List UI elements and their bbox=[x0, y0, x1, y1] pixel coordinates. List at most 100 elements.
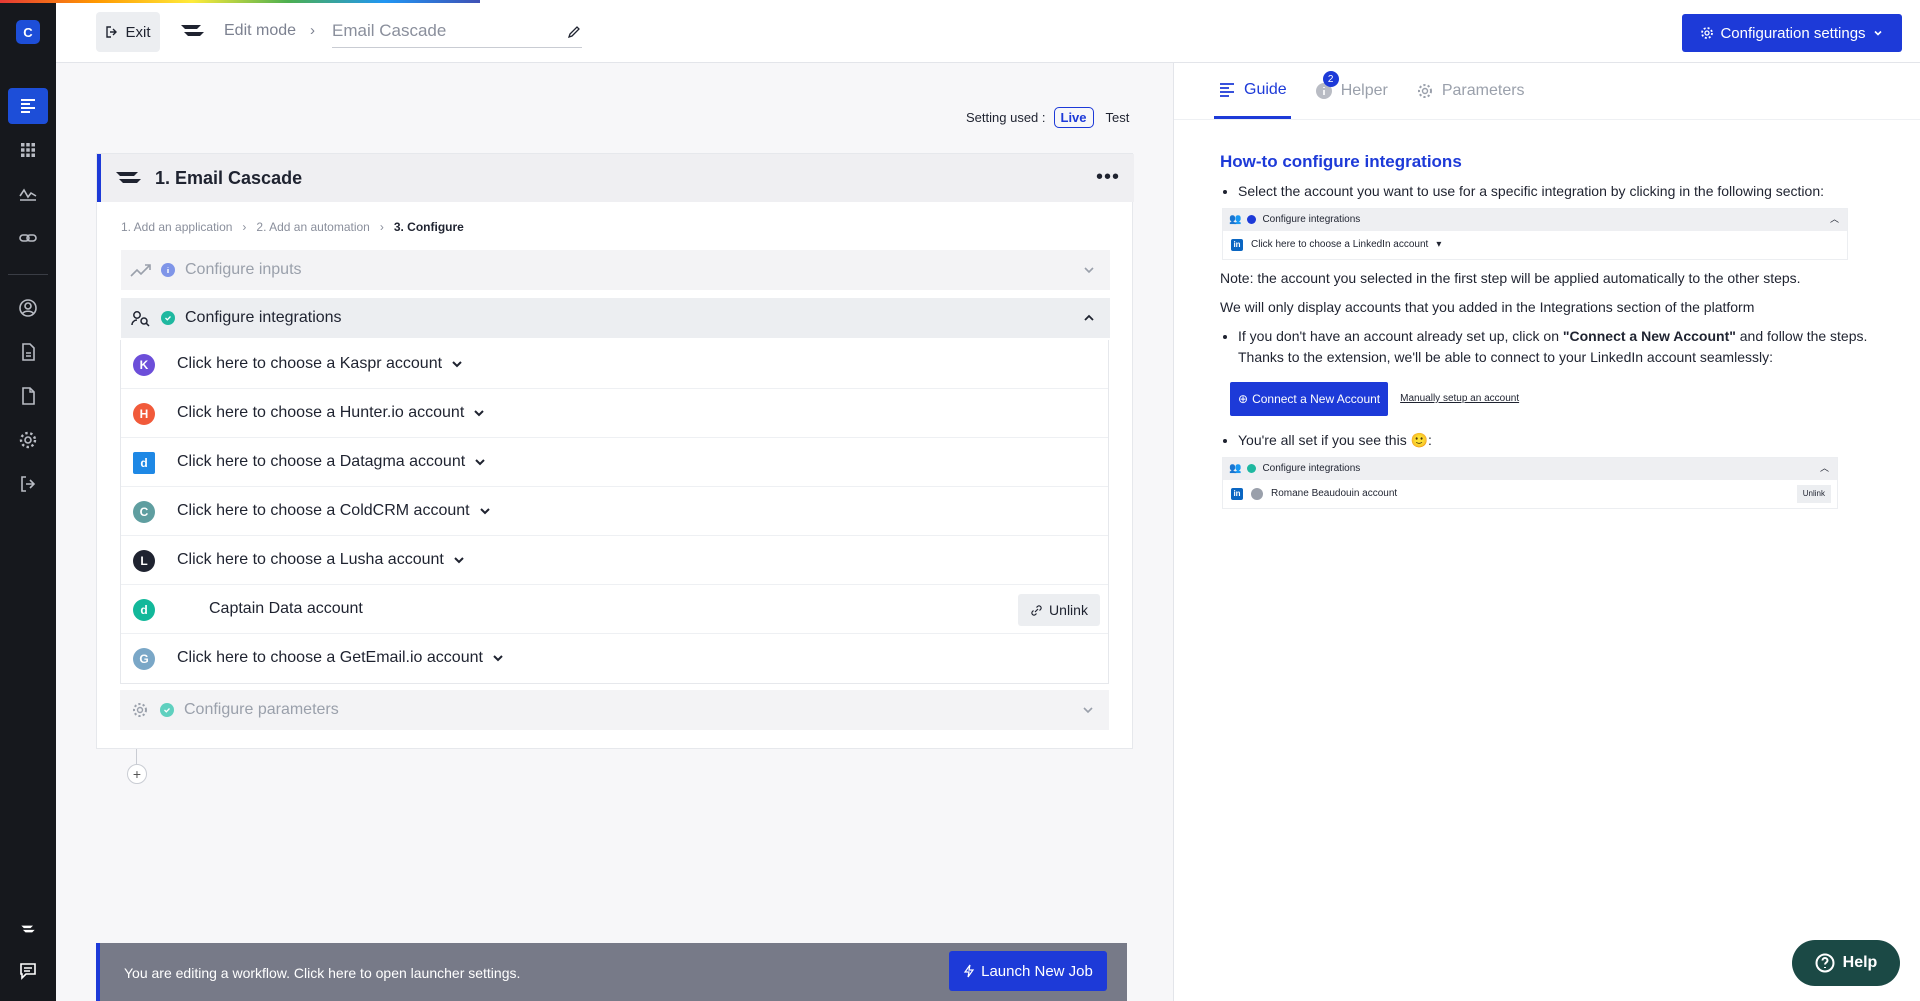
add-step-button[interactable]: + bbox=[127, 764, 147, 784]
linkedin-icon: in bbox=[1231, 487, 1243, 500]
example-row: in Romane Beaudouin account Unlink bbox=[1223, 480, 1837, 508]
configure-parameters-section[interactable]: Configure parameters bbox=[120, 690, 1109, 730]
integration-choose-account[interactable]: Click here to choose a Lusha account bbox=[177, 551, 466, 569]
workspace-logo[interactable]: C bbox=[16, 20, 40, 44]
lightning-icon bbox=[963, 964, 975, 978]
check-status-icon bbox=[160, 703, 174, 717]
activity-icon[interactable] bbox=[8, 176, 48, 212]
step-configure[interactable]: 3. Configure bbox=[394, 220, 464, 234]
linked-account-label: Captain Data account bbox=[209, 600, 363, 617]
tab-parameters[interactable]: Parameters bbox=[1412, 63, 1529, 119]
env-test-toggle[interactable]: Test bbox=[1106, 110, 1130, 125]
integration-choose-account[interactable]: Click here to choose a GetEmail.io accou… bbox=[177, 649, 505, 667]
logout-icon[interactable] bbox=[8, 466, 48, 502]
chat-icon[interactable] bbox=[8, 953, 48, 989]
guide-list: Select the account you want to use for a… bbox=[1220, 181, 1900, 202]
integration-row-lusha[interactable]: L Click here to choose a Lusha account bbox=[121, 536, 1108, 585]
more-options-icon[interactable]: ••• bbox=[1096, 166, 1120, 189]
unlink-label: Unlink bbox=[1049, 602, 1088, 618]
example-header-label: Configure integrations bbox=[1262, 463, 1361, 474]
integration-list: K Click here to choose a Kaspr account H… bbox=[120, 340, 1109, 684]
guide-list: You're all set if you see this 🙂: bbox=[1220, 430, 1900, 451]
datagma-logo-icon: d bbox=[133, 452, 155, 474]
guide-bullet-text: If you don't have an account already set… bbox=[1238, 327, 1563, 344]
tab-parameters-label: Parameters bbox=[1441, 82, 1525, 99]
tab-helper[interactable]: 2 Helper bbox=[1311, 63, 1392, 119]
integration-label: Click here to choose a ColdCRM account bbox=[177, 502, 470, 519]
configure-integrations-section[interactable]: Configure integrations bbox=[121, 298, 1110, 338]
caret-down-icon bbox=[493, 655, 503, 662]
link-icon[interactable] bbox=[8, 220, 48, 256]
launcher-settings-banner[interactable]: You are editing a workflow. Click here t… bbox=[96, 943, 1127, 1001]
exit-button[interactable]: Exit bbox=[96, 12, 160, 52]
page-progress-bar bbox=[0, 0, 480, 3]
example-connect-label: Connect a New Account bbox=[1252, 391, 1381, 406]
step-add-automation[interactable]: 2. Add an automation bbox=[256, 220, 369, 234]
setting-used-label: Setting used : bbox=[966, 110, 1046, 125]
env-live-toggle[interactable]: Live bbox=[1053, 107, 1094, 128]
example-connect-button: ⊕ Connect a New Account bbox=[1230, 381, 1389, 416]
help-button[interactable]: Help bbox=[1792, 940, 1900, 986]
example-connect-area: ⊕ Connect a New Account Manually setup a… bbox=[1230, 376, 1900, 422]
user-search-icon bbox=[129, 306, 153, 330]
launch-new-job-button[interactable]: Launch New Job bbox=[949, 951, 1107, 991]
example-integrations-unset: 👥 Configure integrations ︿ in Click here… bbox=[1222, 207, 1848, 260]
pencil-icon[interactable] bbox=[566, 24, 582, 40]
example-unlink: Unlink bbox=[1796, 484, 1831, 503]
settings-gear-icon[interactable] bbox=[8, 422, 48, 458]
top-bar: Exit Edit mode › Configuration settings bbox=[56, 0, 1920, 63]
integration-choose-account[interactable]: Click here to choose a Datagma account bbox=[177, 453, 487, 471]
guide-bullet-bold: "Connect a New Account" bbox=[1562, 327, 1736, 344]
integration-choose-account[interactable]: Click here to choose a Hunter.io account bbox=[177, 404, 486, 422]
account-icon[interactable] bbox=[8, 290, 48, 326]
integration-label: Click here to choose a GetEmail.io accou… bbox=[177, 649, 483, 666]
step-card-header[interactable]: 1. Email Cascade ••• bbox=[97, 154, 1134, 202]
tab-helper-label: Helper bbox=[1340, 82, 1388, 99]
captain-data-icon[interactable] bbox=[8, 911, 48, 947]
integration-row-hunter[interactable]: H Click here to choose a Hunter.io accou… bbox=[121, 389, 1108, 438]
caret-down-icon bbox=[479, 508, 490, 515]
banner-text[interactable]: You are editing a workflow. Click here t… bbox=[124, 965, 520, 981]
guide-note: Note: the account you selected in the fi… bbox=[1220, 269, 1801, 286]
file-icon[interactable] bbox=[8, 378, 48, 414]
captain-data-icon bbox=[116, 172, 141, 183]
document-icon[interactable] bbox=[8, 334, 48, 370]
configure-integrations-label: Configure integrations bbox=[185, 309, 342, 326]
coldcrm-logo-icon: C bbox=[133, 501, 155, 523]
apps-grid-icon[interactable] bbox=[8, 132, 48, 168]
user-search-icon: 👥 bbox=[1229, 214, 1242, 225]
guide-bullet: If you don't have an account already set… bbox=[1238, 326, 1900, 368]
right-panel: Guide 2 Helper Parameters How-to configu… bbox=[1173, 63, 1920, 1001]
integration-choose-account[interactable]: Click here to choose a Kaspr account bbox=[177, 355, 464, 373]
example-row-label: Romane Beaudouin account bbox=[1271, 488, 1398, 499]
caret-down-icon bbox=[454, 557, 464, 564]
configuration-settings-button[interactable]: Configuration settings bbox=[1682, 14, 1902, 52]
workflows-icon[interactable] bbox=[8, 88, 48, 124]
unlink-button[interactable]: Unlink bbox=[1018, 594, 1100, 626]
workflow-title-input[interactable] bbox=[332, 14, 582, 48]
step-breadcrumb: 1. Add an application › 2. Add an automa… bbox=[121, 220, 464, 234]
guide-content: How-to configure integrations Select the… bbox=[1220, 149, 1900, 509]
integration-row-getemail[interactable]: G Click here to choose a GetEmail.io acc… bbox=[121, 634, 1108, 683]
guide-icon bbox=[1220, 82, 1234, 97]
step-add-application[interactable]: 1. Add an application bbox=[121, 220, 232, 234]
integration-row-kaspr[interactable]: K Click here to choose a Kaspr account bbox=[121, 340, 1108, 389]
example-row-label: Click here to choose a LinkedIn account bbox=[1251, 239, 1429, 250]
guide-note: We will only display accounts that you a… bbox=[1220, 298, 1755, 315]
edit-mode-label: Edit mode bbox=[224, 22, 297, 39]
unlink-icon bbox=[1031, 604, 1042, 616]
integration-row-datagma[interactable]: d Click here to choose a Datagma account bbox=[121, 438, 1108, 487]
integration-row-coldcrm[interactable]: C Click here to choose a ColdCRM account bbox=[121, 487, 1108, 536]
caret-down-icon bbox=[474, 410, 484, 417]
tab-guide[interactable]: Guide bbox=[1214, 63, 1291, 119]
launch-new-job-label: Launch New Job bbox=[981, 962, 1093, 980]
chevron-right-icon: › bbox=[379, 220, 384, 234]
example-manual-link: Manually setup an account bbox=[1400, 393, 1520, 404]
integration-choose-account[interactable]: Click here to choose a ColdCRM account bbox=[177, 502, 492, 520]
panel-tabs: Guide 2 Helper Parameters bbox=[1214, 63, 1529, 119]
example-header-label: Configure integrations bbox=[1262, 214, 1361, 225]
chevron-up-icon: ︿ bbox=[1829, 213, 1839, 224]
example-integrations-set: 👥 Configure integrations ︿ in Romane Bea… bbox=[1222, 456, 1838, 509]
lusha-logo-icon: L bbox=[133, 550, 155, 572]
configure-inputs-section[interactable]: Configure inputs bbox=[121, 250, 1110, 290]
